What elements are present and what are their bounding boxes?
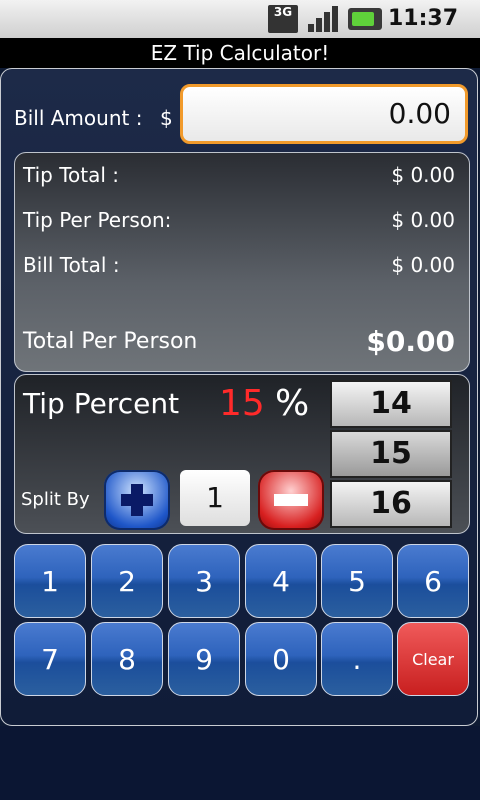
tip-per-person-value: $ 0.00 bbox=[391, 208, 455, 232]
split-decrease-button[interactable] bbox=[258, 470, 324, 530]
app-title: EZ Tip Calculator! bbox=[0, 38, 480, 68]
status-bar: 3G 11:37 PM bbox=[0, 0, 480, 54]
picker-item-next[interactable]: 16 bbox=[330, 480, 452, 528]
clock-time: 11:37 bbox=[388, 6, 459, 31]
tip-per-person-label: Tip Per Person: bbox=[23, 208, 172, 232]
bill-total-value: $ 0.00 bbox=[391, 253, 455, 277]
tip-percent-picker[interactable]: 14 15 16 bbox=[330, 378, 452, 530]
tip-percent-label: Tip Percent bbox=[23, 387, 180, 420]
key-7[interactable]: 7 bbox=[14, 622, 86, 696]
bill-amount-label: Bill Amount : bbox=[14, 106, 143, 130]
key-5[interactable]: 5 bbox=[321, 544, 393, 618]
picker-item-selected[interactable]: 15 bbox=[330, 430, 452, 478]
picker-item-prev[interactable]: 14 bbox=[330, 380, 452, 428]
clear-button[interactable]: Clear bbox=[397, 622, 469, 696]
key-8[interactable]: 8 bbox=[91, 622, 163, 696]
key-2[interactable]: 2 bbox=[91, 544, 163, 618]
bill-currency-symbol: $ bbox=[160, 106, 173, 130]
key-4[interactable]: 4 bbox=[245, 544, 317, 618]
total-per-person-label: Total Per Person bbox=[23, 329, 198, 354]
tip-total-value: $ 0.00 bbox=[391, 163, 455, 187]
battery-icon bbox=[348, 8, 382, 30]
key-0[interactable]: 0 bbox=[245, 622, 317, 696]
split-increase-button[interactable] bbox=[104, 470, 170, 530]
split-count-field[interactable]: 1 bbox=[180, 470, 250, 526]
results-panel: Tip Total : $ 0.00 Tip Per Person: $ 0.0… bbox=[14, 152, 470, 372]
key-decimal[interactable]: . bbox=[321, 622, 393, 696]
key-6[interactable]: 6 bbox=[397, 544, 469, 618]
plus-icon bbox=[121, 484, 153, 516]
signal-strength-icon bbox=[308, 6, 338, 32]
split-by-label: Split By bbox=[21, 489, 90, 510]
network-3g-icon: 3G bbox=[268, 5, 298, 33]
bill-total-label: Bill Total : bbox=[23, 253, 120, 277]
tip-total-label: Tip Total : bbox=[23, 163, 120, 187]
key-9[interactable]: 9 bbox=[168, 622, 240, 696]
minus-icon bbox=[274, 494, 308, 506]
bill-amount-input[interactable]: 0.00 bbox=[180, 84, 468, 144]
tip-percent-sign: % bbox=[275, 383, 310, 424]
tip-percent-value: 15 bbox=[219, 383, 265, 424]
bottom-area bbox=[0, 726, 480, 800]
key-3[interactable]: 3 bbox=[168, 544, 240, 618]
key-1[interactable]: 1 bbox=[14, 544, 86, 618]
total-per-person-value: $0.00 bbox=[366, 325, 455, 358]
